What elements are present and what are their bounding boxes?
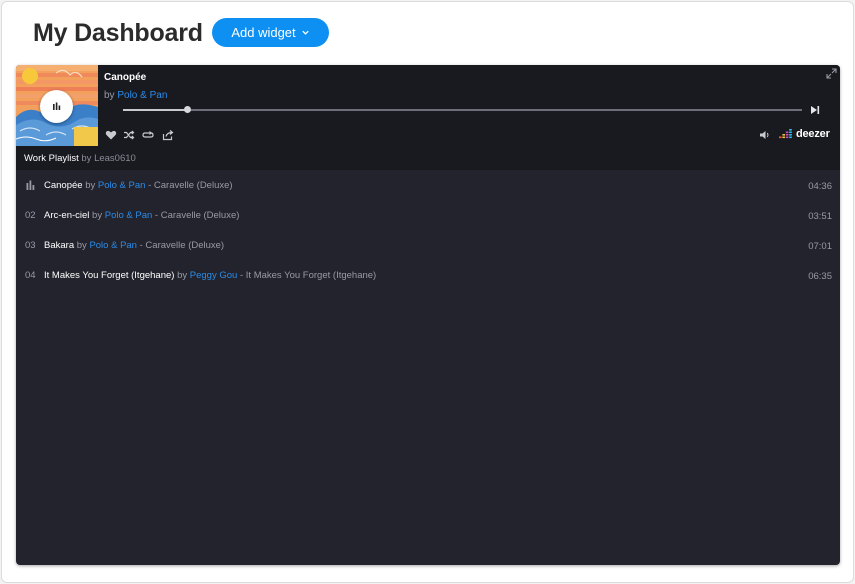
track-title: It Makes You Forget (Itgehane) <box>44 270 175 281</box>
deezer-widget: Canopée by Polo & Pan deezer Work Playli… <box>16 65 840 565</box>
track-row[interactable]: 03 Bakara by Polo & Pan - Caravelle (Del… <box>16 231 840 261</box>
track-by-label: by <box>92 210 103 221</box>
track-title: Bakara <box>44 240 75 251</box>
add-widget-label: Add widget <box>231 25 296 40</box>
track-title: Arc-en-ciel <box>44 210 90 221</box>
track-list: Canopée by Polo & Pan - Caravelle (Delux… <box>16 171 840 291</box>
track-row[interactable]: 04 It Makes You Forget (Itgehane) by Peg… <box>16 261 840 291</box>
equalizer-icon <box>26 180 35 190</box>
deezer-brand-text: deezer <box>796 128 830 140</box>
header: My Dashboard <box>33 16 203 50</box>
track-album: - Caravelle (Deluxe) <box>139 240 225 251</box>
track-number: 03 <box>25 240 36 251</box>
track-info: It Makes You Forget (Itgehane) by Peggy … <box>44 270 376 281</box>
playlist-header: Work Playlist by Leas0610 <box>16 146 840 170</box>
add-widget-button[interactable]: Add widget <box>212 18 329 47</box>
track-info: Bakara by Polo & Pan - Caravelle (Deluxe… <box>44 240 224 251</box>
shuffle-icon[interactable] <box>123 129 135 141</box>
track-row[interactable]: 02 Arc-en-ciel by Polo & Pan - Caravelle… <box>16 201 840 231</box>
progress-bar[interactable] <box>123 106 802 113</box>
volume-icon[interactable] <box>759 129 771 141</box>
playlist-name[interactable]: Work Playlist <box>24 153 79 164</box>
playlist-title-line: Work Playlist by Leas0610 <box>24 153 136 164</box>
expand-icon[interactable] <box>826 68 837 79</box>
track-by-label: by <box>76 240 87 251</box>
track-album: - Caravelle (Deluxe) <box>154 210 240 221</box>
page-title: My Dashboard <box>33 18 203 47</box>
track-info: Arc-en-ciel by Polo & Pan - Caravelle (D… <box>44 210 239 221</box>
repeat-icon[interactable] <box>142 129 154 141</box>
playlist-by-label: by <box>81 153 92 164</box>
by-label: by <box>104 90 115 101</box>
track-row[interactable]: Canopée by Polo & Pan - Caravelle (Delux… <box>16 171 840 201</box>
now-playing-title: Canopée <box>104 72 147 83</box>
progress-handle[interactable] <box>184 106 191 113</box>
heart-icon[interactable] <box>105 129 117 141</box>
track-duration: 04:36 <box>808 181 832 192</box>
track-duration: 06:35 <box>808 271 832 282</box>
player-controls: deezer <box>16 124 840 146</box>
playlist-owner[interactable]: Leas0610 <box>94 153 136 164</box>
progress-fill <box>123 109 188 111</box>
now-playing-artist-link[interactable]: Polo & Pan <box>117 90 167 101</box>
deezer-logo: deezer <box>779 128 830 140</box>
pause-button[interactable] <box>40 90 73 123</box>
now-playing-artist-line: by Polo & Pan <box>104 90 167 101</box>
track-album: - Caravelle (Deluxe) <box>148 180 233 191</box>
track-artist-link[interactable]: Polo & Pan <box>98 180 146 191</box>
track-number: 02 <box>25 210 36 221</box>
track-number: 04 <box>25 270 36 281</box>
share-icon[interactable] <box>162 129 174 141</box>
pause-icon <box>53 102 61 110</box>
track-by-label: by <box>85 180 96 191</box>
next-track-icon[interactable] <box>810 105 820 115</box>
track-artist-link[interactable]: Polo & Pan <box>105 210 153 221</box>
track-title: Canopée <box>44 180 83 191</box>
track-artist-link[interactable]: Polo & Pan <box>89 240 137 251</box>
track-duration: 07:01 <box>808 241 832 252</box>
track-artist-link[interactable]: Peggy Gou <box>190 270 238 281</box>
deezer-logo-mark <box>779 129 792 139</box>
track-album: - It Makes You Forget (Itgehane) <box>239 270 377 281</box>
chevron-down-icon <box>302 30 309 35</box>
player-header: Canopée by Polo & Pan deezer <box>16 65 840 146</box>
track-info: Canopée by Polo & Pan - Caravelle (Delux… <box>44 180 233 191</box>
track-by-label: by <box>177 270 188 281</box>
track-duration: 03:51 <box>808 211 832 222</box>
